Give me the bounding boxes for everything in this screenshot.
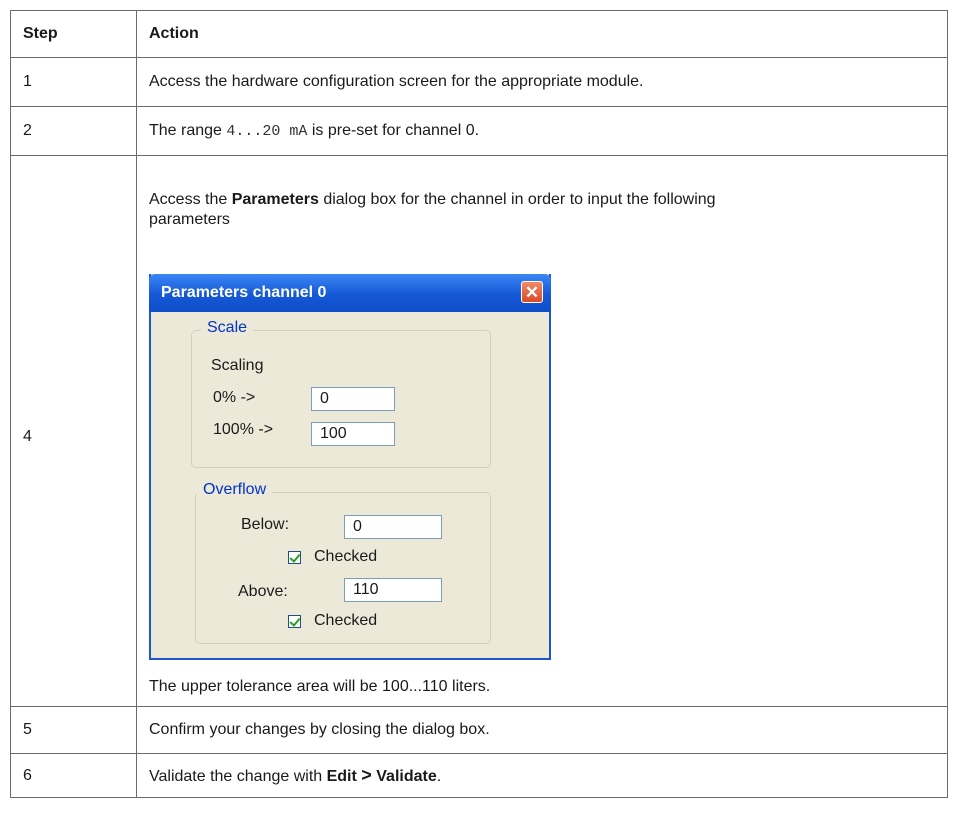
menu-edit: Edit — [326, 768, 357, 785]
table-row: 1 Access the hardware configuration scre… — [10, 57, 948, 107]
action-text: The range — [149, 122, 227, 139]
action-text: is pre-set for channel 0. — [307, 122, 480, 139]
table-row: 4 Access the Parameters dialog box for t… — [10, 155, 948, 707]
dialog-title-bar: Parameters channel 0 ✕ — [149, 274, 551, 312]
step-action: Confirm your changes by closing the dial… — [136, 706, 948, 754]
step-number-text: 4 — [23, 427, 32, 445]
step-action: The range 4...20 mA is pre-set for chann… — [136, 106, 948, 156]
table-row: 2 The range 4...20 mA is pre-set for cha… — [10, 106, 948, 156]
range-code: 4...20 mA — [226, 123, 308, 140]
step-action: Access the Parameters dialog box for the… — [136, 155, 948, 707]
hundred-percent-label: 100% -> — [213, 421, 274, 438]
intro-text: Access the — [149, 191, 232, 208]
step-action: Validate the change with Edit > Validate… — [136, 753, 948, 798]
above-check-label: Checked — [314, 612, 378, 629]
overflow-legend: Overflow — [197, 481, 273, 499]
header-action: Action — [136, 10, 948, 58]
table-row: 5 Confirm your changes by closing the di… — [10, 706, 948, 754]
action-text: Validate the change with — [149, 768, 327, 785]
below-field[interactable]: 0 — [344, 515, 442, 539]
hundred-percent-field[interactable]: 100 — [311, 422, 395, 446]
step-number: 1 — [10, 57, 137, 107]
step-number: 6 — [10, 753, 137, 798]
above-label: Above: — [238, 583, 288, 600]
dialog-title: Parameters channel 0 — [161, 284, 327, 301]
step-number: 5 — [10, 706, 137, 754]
below-label: Below: — [241, 516, 290, 533]
steps-table: Step Action 1 Access the hardware config… — [10, 10, 948, 798]
step-number: 2 — [10, 106, 137, 156]
step-note: The upper tolerance area will be 100...1… — [149, 678, 491, 695]
zero-percent-field[interactable]: 0 — [311, 387, 395, 411]
header-step: Step — [10, 10, 137, 58]
menu-arrow-icon: > — [361, 765, 372, 785]
step-number: 4 — [10, 155, 137, 707]
below-checkbox[interactable] — [288, 551, 301, 564]
close-icon[interactable]: ✕ — [521, 281, 543, 303]
above-field[interactable]: 110 — [344, 578, 442, 602]
step-intro: Access the Parameters dialog box for the… — [149, 190, 789, 230]
above-checkbox[interactable] — [288, 615, 301, 628]
scaling-label: Scaling — [211, 357, 264, 374]
zero-percent-label: 0% -> — [213, 389, 256, 406]
below-check-label: Checked — [314, 548, 378, 565]
header-row: Step Action — [10, 10, 948, 58]
table-row: 6 Validate the change with Edit > Valida… — [10, 753, 948, 798]
scale-legend: Scale — [201, 319, 254, 337]
step-action: Access the hardware configuration screen… — [136, 57, 948, 107]
parameters-dialog: Parameters channel 0 ✕ Scale Scaling 0% … — [149, 274, 551, 660]
intro-bold: Parameters — [231, 191, 319, 208]
action-text: . — [436, 768, 442, 785]
menu-validate: Validate — [376, 768, 437, 785]
